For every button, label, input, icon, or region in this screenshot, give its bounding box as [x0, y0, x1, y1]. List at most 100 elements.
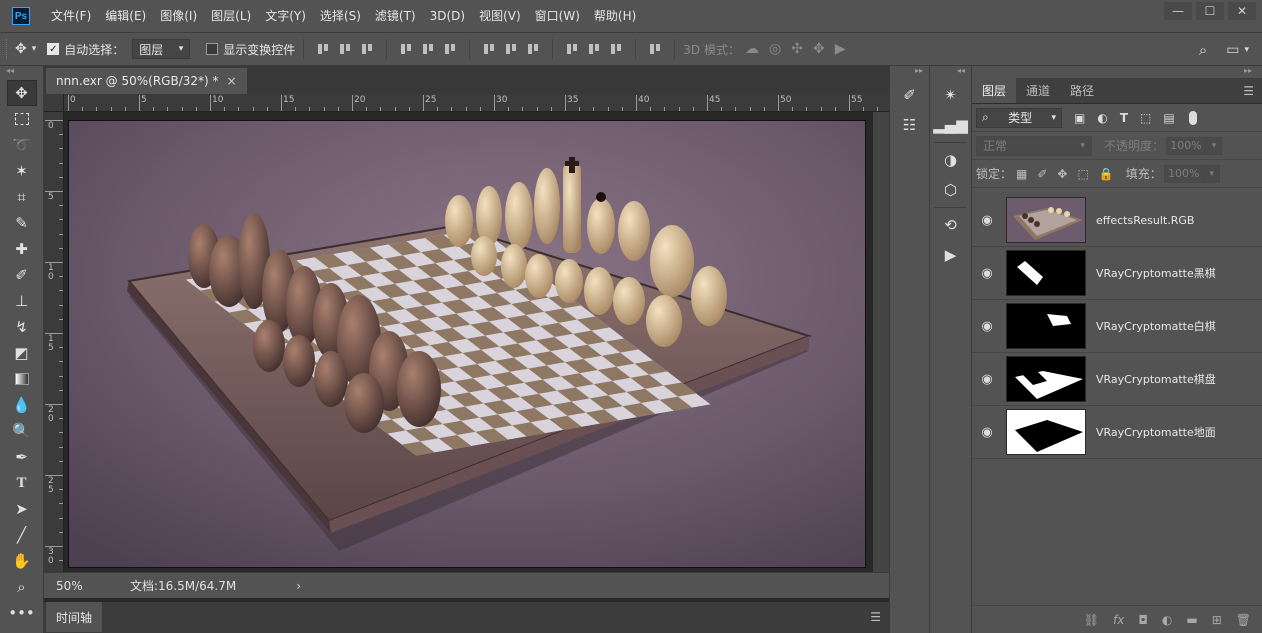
menu-3d[interactable]: 3D(D) [423, 0, 472, 32]
chevron-right-icon[interactable]: › [296, 579, 301, 593]
blur-tool[interactable]: 💧 [7, 392, 37, 418]
layer-name[interactable]: VRayCryptomatte棋盘 [1096, 371, 1216, 387]
auto-select-checkbox[interactable]: ✓ [47, 43, 60, 55]
layer-row[interactable]: ◉ VRayCryptomatte棋盘 [972, 353, 1262, 406]
filter-pixel-icon[interactable]: ▣ [1074, 111, 1085, 125]
dodge-tool[interactable]: 🔍 [7, 418, 37, 444]
distribute-hcenter-icon[interactable] [587, 42, 601, 56]
actions-play-icon[interactable]: ▶ [937, 242, 965, 268]
show-transform-checkbox[interactable] [206, 43, 219, 55]
dock-collapse-icon[interactable]: ▸▸ [890, 66, 929, 78]
auto-align-icon[interactable] [648, 42, 662, 56]
eyedropper-tool[interactable]: ✎ [7, 210, 37, 236]
navigator-icon[interactable]: ✴ [937, 82, 965, 108]
tab-layers[interactable]: 图层 [972, 78, 1017, 103]
chevron-down-icon[interactable]: ▾ [1206, 136, 1223, 155]
menu-view[interactable]: 视图(V) [472, 0, 528, 32]
horizontal-ruler[interactable]: 0 5 10 15 20 25 30 35 40 45 50 55 [64, 94, 889, 112]
brush-tool[interactable]: ✐ [7, 262, 37, 288]
tools-panel-header[interactable]: ◂◂ [0, 66, 43, 80]
align-right-icon[interactable] [443, 42, 457, 56]
align-left-icon[interactable] [399, 42, 413, 56]
layer-row[interactable]: ◉ VRayCryptomatte黑棋 [972, 247, 1262, 300]
new-layer-icon[interactable]: ⊞ [1212, 613, 1222, 627]
fill-input[interactable]: 100% [1163, 164, 1204, 183]
trash-icon[interactable]: 🗑 [1236, 613, 1251, 627]
menu-edit[interactable]: 编辑(E) [98, 0, 153, 32]
gradient-tool[interactable] [7, 366, 37, 392]
brush-settings-icon[interactable]: ✐ [896, 82, 924, 108]
layer-row[interactable]: ◉ effectsResult.RGB [972, 194, 1262, 247]
history-icon[interactable]: ⟲ [937, 212, 965, 238]
move-tool-icon[interactable]: ✥ [15, 42, 27, 56]
eye-icon[interactable]: ◉ [972, 319, 1002, 334]
lock-artboard-icon[interactable]: ⬚ [1077, 167, 1088, 181]
menu-file[interactable]: 文件(F) [44, 0, 98, 32]
menu-help[interactable]: 帮助(H) [587, 0, 643, 32]
pen-tool[interactable]: ✒ [7, 444, 37, 470]
distribute-top-icon[interactable] [482, 42, 496, 56]
minimize-button[interactable]: — [1164, 2, 1192, 20]
3d-icon[interactable]: ⬡ [937, 177, 965, 203]
new-adjustment-icon[interactable]: ◐ [1162, 613, 1172, 627]
distribute-right-icon[interactable] [609, 42, 623, 56]
3d-orbit-icon[interactable]: ☁ [745, 41, 759, 57]
3d-slide-icon[interactable]: ✥ [813, 41, 825, 57]
menu-filter[interactable]: 滤镜(T) [368, 0, 423, 32]
history-brush-tool[interactable]: ↯ [7, 314, 37, 340]
maximize-button[interactable]: ☐ [1196, 2, 1224, 20]
move-tool[interactable]: ✥ [6, 80, 37, 106]
close-tab-icon[interactable]: × [227, 74, 237, 88]
tab-channels[interactable]: 通道 [1016, 78, 1060, 103]
lock-transparent-icon[interactable]: ▦ [1016, 167, 1027, 181]
dock-collapse-icon[interactable]: ◂◂ [930, 66, 971, 78]
align-vcenter-icon[interactable] [338, 42, 352, 56]
vertical-scrollbar[interactable] [873, 112, 889, 572]
filter-smart-object-icon[interactable]: ▤ [1163, 111, 1174, 125]
zoom-tool[interactable]: ⌕ [7, 574, 37, 600]
lock-image-icon[interactable]: ✐ [1037, 167, 1047, 181]
ruler-corner[interactable] [44, 94, 64, 112]
lasso-tool[interactable]: ➰ [7, 132, 37, 158]
options-grip[interactable] [6, 39, 10, 59]
menu-type[interactable]: 文字(Y) [258, 0, 313, 32]
vertical-ruler[interactable]: 0 5 1 0 1 5 2 0 2 5 3 0 [44, 112, 64, 572]
collapse-icon[interactable]: ◂◂ [6, 66, 14, 80]
workspace-icon[interactable]: ▭ [1226, 43, 1239, 57]
panel-menu-icon[interactable]: ☰ [1243, 78, 1262, 103]
auto-select-dropdown[interactable]: 图层 ▾ [132, 39, 191, 59]
distribute-bottom-icon[interactable] [526, 42, 540, 56]
layer-style-fx-icon[interactable]: fx [1113, 613, 1124, 627]
type-tool[interactable]: T [7, 470, 37, 496]
layer-filter-dropdown[interactable]: ⌕ 类型 ▾ [976, 107, 1062, 128]
align-bottom-icon[interactable] [360, 42, 374, 56]
3d-roll-icon[interactable]: ◎ [769, 41, 781, 57]
search-icon[interactable]: ⌕ [1199, 42, 1207, 58]
eye-icon[interactable]: ◉ [972, 372, 1002, 387]
hand-tool[interactable]: ✋ [7, 548, 37, 574]
adjustment-layer-icon[interactable]: ◑ [937, 147, 965, 173]
document-info[interactable]: 文档:16.5M/64.7M [130, 577, 236, 594]
histogram-icon[interactable]: ▂▄▆ [933, 112, 968, 138]
marquee-tool[interactable] [7, 106, 37, 132]
canvas-image[interactable] [68, 120, 866, 568]
3d-camera-icon[interactable]: ▶ [835, 41, 846, 57]
eraser-tool[interactable]: ◩ [7, 340, 37, 366]
3d-pan-icon[interactable]: ✣ [791, 41, 803, 57]
new-group-icon[interactable]: ▬ [1186, 613, 1197, 627]
canvas-viewport[interactable] [64, 112, 873, 572]
layer-row[interactable]: ◉ VRayCryptomatte白棋 [972, 300, 1262, 353]
layer-name[interactable]: VRayCryptomatte黑棋 [1096, 265, 1216, 281]
lock-position-icon[interactable]: ✥ [1057, 167, 1067, 181]
menu-window[interactable]: 窗口(W) [528, 0, 587, 32]
filter-toggle[interactable] [1188, 110, 1197, 125]
link-layers-icon[interactable]: ⛓ [1084, 613, 1099, 627]
more-tools[interactable]: ••• [7, 600, 37, 626]
filter-type-icon[interactable]: T [1120, 111, 1128, 125]
eye-icon[interactable]: ◉ [972, 213, 1002, 228]
clone-stamp-tool[interactable]: ⊥ [7, 288, 37, 314]
tab-paths[interactable]: 路径 [1060, 78, 1104, 103]
menu-image[interactable]: 图像(I) [153, 0, 204, 32]
chevron-down-icon[interactable]: ▾ [1244, 45, 1249, 55]
distribute-vcenter-icon[interactable] [504, 42, 518, 56]
